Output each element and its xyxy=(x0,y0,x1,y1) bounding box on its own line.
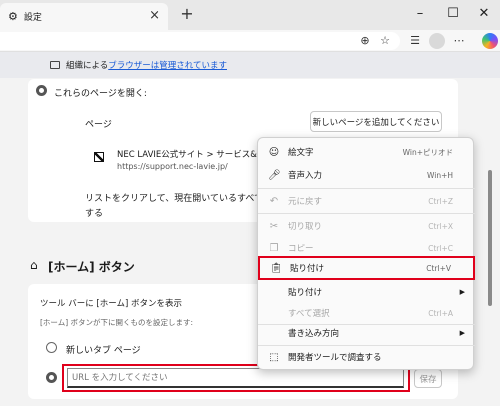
menu-separator xyxy=(258,213,475,214)
inspect-icon: ⬚ xyxy=(269,351,279,363)
favorites-list-icon[interactable]: ☰ xyxy=(407,33,423,49)
tab-settings[interactable]: ⚙ 設定 × xyxy=(0,3,168,30)
new-tab-label: 新しいタブ ページ xyxy=(66,346,141,356)
url-radio[interactable] xyxy=(46,372,57,383)
undo-icon: ↶ xyxy=(269,195,279,207)
add-page-button[interactable]: 新しいページを追加してください xyxy=(310,111,442,132)
clear-text-line2: する xyxy=(85,209,104,219)
microphone-icon: 🎤︎ xyxy=(268,169,281,181)
minimize-button[interactable]: – xyxy=(410,4,430,24)
new-tab-radio[interactable] xyxy=(46,342,57,353)
close-tab-icon[interactable]: × xyxy=(149,8,160,23)
clear-text-line1: リストをクリアして、現在開いているすべての xyxy=(85,194,273,204)
site-favicon-icon xyxy=(94,152,104,162)
menu-separator xyxy=(258,188,475,189)
chevron-right-icon: ▶ xyxy=(459,329,465,337)
menu-item-select-all[interactable]: すべて選択 Ctrl+A xyxy=(258,302,475,324)
menu-item-cut[interactable]: ✂ 切り取り Ctrl+X xyxy=(258,215,475,237)
home-section-title: [ホーム] ボタン xyxy=(48,260,135,274)
menu-item-paste[interactable]: 📋︎ 貼り付け Ctrl+V xyxy=(258,256,475,280)
close-window-button[interactable]: ✕ xyxy=(474,4,494,24)
menu-item-paste-submenu[interactable]: 貼り付け ▶ xyxy=(258,281,475,303)
zoom-icon[interactable]: ⊕ xyxy=(357,33,373,49)
menu-item-inspect[interactable]: ⬚ 開発者ツールで調査する xyxy=(258,346,475,368)
copilot-icon[interactable] xyxy=(482,33,498,49)
profile-avatar[interactable] xyxy=(429,33,445,49)
save-button[interactable]: 保存 xyxy=(414,369,442,388)
scrollbar[interactable] xyxy=(488,170,492,306)
managed-browser-link[interactable]: ブラウザーは管理されています xyxy=(108,59,227,71)
menu-item-emoji[interactable]: ☺ 絵文字 Win+ピリオド xyxy=(258,141,475,163)
menu-item-writing-direction[interactable]: 書き込み方向 ▶ xyxy=(258,322,475,344)
maximize-button[interactable]: ☐ xyxy=(443,4,463,24)
page-url: https://support.nec-lavie.jp/ xyxy=(117,162,228,171)
tab-title: 設定 xyxy=(23,13,42,23)
new-tab-button[interactable]: + xyxy=(178,5,196,23)
favorite-star-icon[interactable]: ☆ xyxy=(377,33,393,49)
home-description: [ホーム] ボタンが下に開くものを設定します: xyxy=(40,318,194,327)
cut-icon: ✂ xyxy=(269,220,279,232)
menu-item-undo[interactable]: ↶ 元に戻す Ctrl+Z xyxy=(258,190,475,212)
url-input[interactable] xyxy=(72,372,392,383)
managed-info-bar: 組織による ブラウザーは管理されています xyxy=(0,52,500,78)
menu-item-voice-input[interactable]: 🎤︎ 音声入力 Win+H xyxy=(258,164,475,186)
gear-icon: ⚙ xyxy=(8,10,18,23)
more-menu-icon[interactable]: ⋯ xyxy=(451,33,467,49)
copy-icon: ❐ xyxy=(269,242,279,254)
address-bar[interactable] xyxy=(0,32,400,50)
home-icon: ⌂ xyxy=(30,258,38,272)
context-menu: ☺ 絵文字 Win+ピリオド 🎤︎ 音声入力 Win+H ↶ 元に戻す Ctrl… xyxy=(257,137,475,370)
home-toggle-label: ツール バーに [ホーム] ボタンを表示 xyxy=(40,299,182,309)
briefcase-icon xyxy=(50,61,60,69)
chevron-right-icon: ▶ xyxy=(459,288,465,296)
open-pages-label: これらのページを開く: xyxy=(54,89,147,99)
page-title: NEC LAVIE公式サイト > サービス& xyxy=(117,150,257,160)
pages-heading: ページ xyxy=(85,120,112,130)
emoji-icon: ☺ xyxy=(268,146,280,158)
info-prefix: 組織による xyxy=(66,61,109,71)
open-pages-radio[interactable] xyxy=(36,85,47,96)
paste-icon: 📋︎ xyxy=(270,262,283,274)
